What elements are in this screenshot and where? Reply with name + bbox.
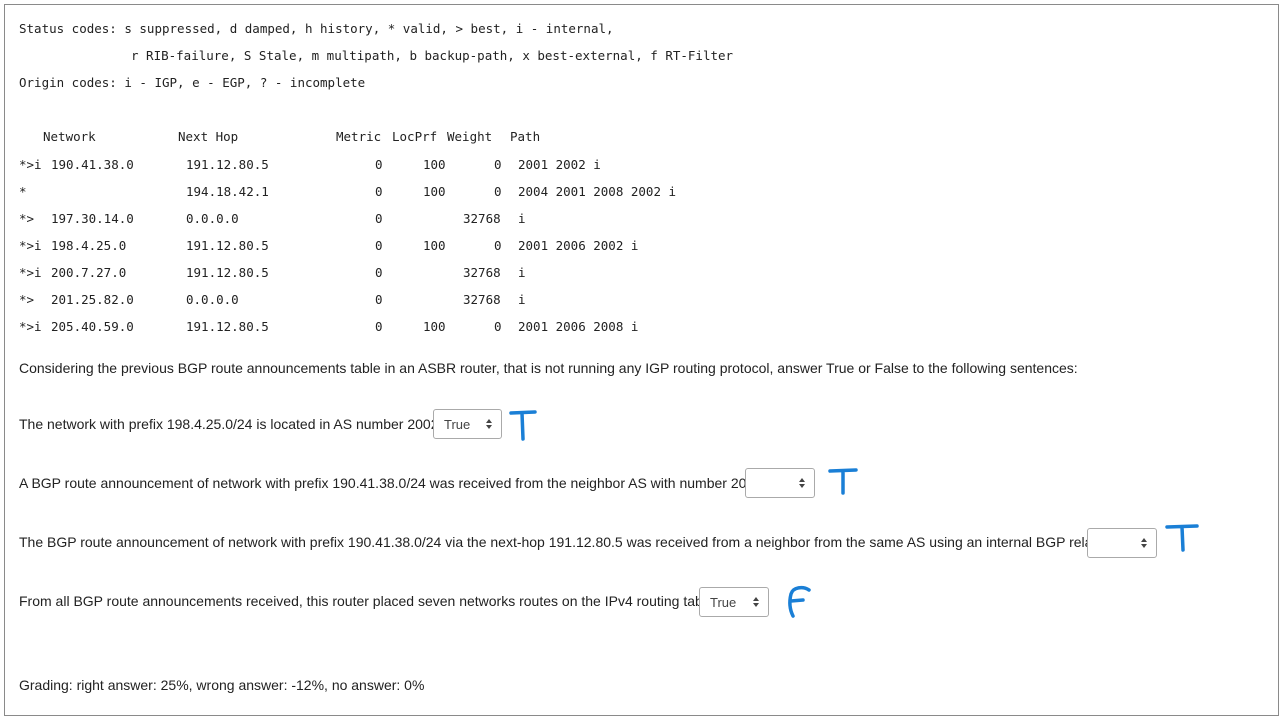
row-weight: 32768 xyxy=(463,292,501,307)
row-network: 198.4.25.0 xyxy=(51,238,127,253)
row-path: 2001 2002 i xyxy=(518,157,601,172)
row-path: i xyxy=(518,292,526,307)
grading-info: Grading: right answer: 25%, wrong answer… xyxy=(19,677,425,693)
row-metric: 0 xyxy=(375,211,383,226)
select-arrows-icon xyxy=(486,419,492,429)
header-locprf: LocPrf xyxy=(392,129,438,144)
row-locprf: 100 xyxy=(423,184,446,199)
header-metric: Metric xyxy=(336,129,382,144)
row-next-hop: 191.12.80.5 xyxy=(186,265,269,280)
question-3-select[interactable] xyxy=(1087,528,1157,558)
handwritten-answer-4-icon xyxy=(788,585,811,618)
row-weight: 32768 xyxy=(463,265,501,280)
row-path: i xyxy=(518,265,526,280)
row-weight: 0 xyxy=(494,238,502,253)
row-network: 197.30.14.0 xyxy=(51,211,134,226)
row-locprf: 100 xyxy=(423,319,446,334)
row-network: 200.7.27.0 xyxy=(51,265,127,280)
row-status: *> xyxy=(19,292,35,307)
row-status: * xyxy=(19,184,27,199)
header-weight: Weight xyxy=(447,129,493,144)
question-4-text: From all BGP route announcements receive… xyxy=(19,593,718,609)
row-weight: 0 xyxy=(494,157,502,172)
row-path: 2001 2006 2008 i xyxy=(518,319,639,334)
row-path: i xyxy=(518,211,526,226)
handwritten-answer-3-icon xyxy=(1165,524,1199,552)
question-1-selected-value: True xyxy=(444,417,471,432)
row-metric: 0 xyxy=(375,184,383,199)
handwritten-answer-1-icon xyxy=(509,410,537,441)
row-status: *>i xyxy=(19,238,42,253)
row-status: *>i xyxy=(19,319,42,334)
status-codes-line-2: r RIB-failure, S Stale, m multipath, b b… xyxy=(131,48,734,63)
handwritten-answer-2-icon xyxy=(828,468,858,495)
status-codes-line-1: Status codes: s suppressed, d damped, h … xyxy=(19,21,614,36)
question-2-text: A BGP route announcement of network with… xyxy=(19,475,766,491)
row-weight: 32768 xyxy=(463,211,501,226)
question-2-select[interactable] xyxy=(745,468,815,498)
row-status: *>i xyxy=(19,157,42,172)
row-next-hop: 0.0.0.0 xyxy=(186,292,239,307)
row-metric: 0 xyxy=(375,319,383,334)
question-4-select[interactable]: True xyxy=(699,587,769,617)
question-intro: Considering the previous BGP route annou… xyxy=(19,360,1078,376)
header-next-hop: Next Hop xyxy=(178,129,239,144)
row-next-hop: 191.12.80.5 xyxy=(186,319,269,334)
row-status: *> xyxy=(19,211,35,226)
row-network: 201.25.82.0 xyxy=(51,292,134,307)
row-next-hop: 191.12.80.5 xyxy=(186,238,269,253)
header-path: Path xyxy=(510,129,541,144)
row-status: *>i xyxy=(19,265,42,280)
question-1-select[interactable]: True xyxy=(433,409,502,439)
row-weight: 0 xyxy=(494,319,502,334)
row-path: 2001 2006 2002 i xyxy=(518,238,639,253)
row-locprf: 100 xyxy=(423,238,446,253)
row-metric: 0 xyxy=(375,292,383,307)
row-next-hop: 191.12.80.5 xyxy=(186,157,269,172)
row-next-hop: 0.0.0.0 xyxy=(186,211,239,226)
row-locprf: 100 xyxy=(423,157,446,172)
question-3-text: The BGP route announcement of network wi… xyxy=(19,534,1119,550)
select-arrows-icon xyxy=(753,597,759,607)
question-1-text: The network with prefix 198.4.25.0/24 is… xyxy=(19,416,443,432)
row-metric: 0 xyxy=(375,238,383,253)
row-path: 2004 2001 2008 2002 i xyxy=(518,184,677,199)
select-arrows-icon xyxy=(799,478,805,488)
question-4-selected-value: True xyxy=(710,595,737,610)
row-network: 205.40.59.0 xyxy=(51,319,134,334)
header-network: Network xyxy=(43,129,96,144)
row-network: 190.41.38.0 xyxy=(51,157,134,172)
row-metric: 0 xyxy=(375,265,383,280)
row-next-hop: 194.18.42.1 xyxy=(186,184,269,199)
origin-codes-line: Origin codes: i - IGP, e - EGP, ? - inco… xyxy=(19,75,366,90)
row-metric: 0 xyxy=(375,157,383,172)
select-arrows-icon xyxy=(1141,538,1147,548)
row-weight: 0 xyxy=(494,184,502,199)
